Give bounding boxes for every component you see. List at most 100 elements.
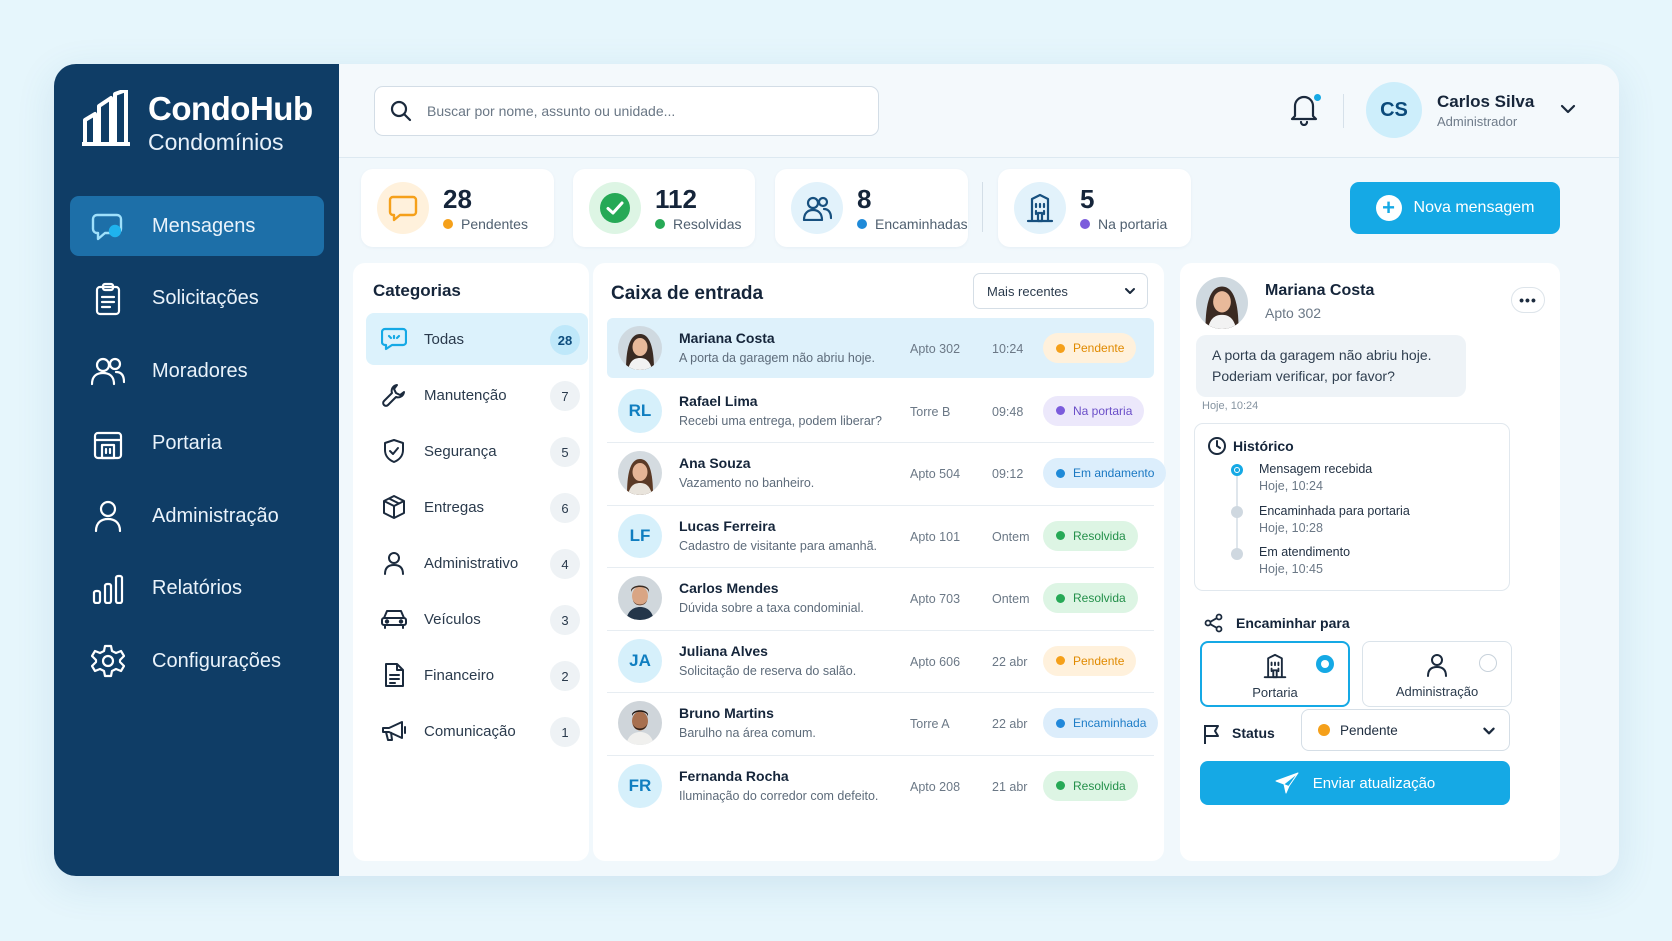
status-badge-label: Resolvida [1073, 528, 1126, 543]
status-dot [655, 218, 665, 229]
timeline-dot [1231, 548, 1243, 560]
sidebar-item-label: Configurações [152, 649, 281, 672]
plus-icon: + [1375, 195, 1402, 221]
status-dot [1056, 468, 1065, 478]
status-dot [1318, 724, 1330, 736]
status-select-value: Pendente [1340, 722, 1398, 738]
history-time: Hoje, 10:24 [1259, 479, 1323, 493]
avatar [618, 576, 662, 620]
history-event: Em atendimento [1259, 545, 1351, 559]
sidebar-nav: Mensagens Solicitações Moradores Portari… [70, 196, 324, 704]
user-icon [380, 549, 408, 577]
category-manutencao[interactable]: Manutenção 7 [366, 369, 588, 421]
more-options-button[interactable]: ••• [1511, 287, 1545, 313]
status-badge-label: Resolvida [1073, 591, 1126, 605]
count-badge: 7 [550, 381, 580, 411]
search-box[interactable] [374, 86, 879, 136]
stat-value: 112 [655, 183, 697, 214]
chat-icon [377, 182, 429, 234]
app-window: CondoHub Condomínios Mensagens Solicitaç… [54, 64, 1619, 876]
sidebar-item-label: Moradores [152, 359, 248, 382]
sort-dropdown[interactable]: Mais recentes [973, 273, 1148, 309]
sidebar-item-configuracoes[interactable]: Configurações [70, 631, 324, 691]
stat-encaminhadas[interactable]: 8 Encaminhadas [775, 169, 968, 247]
sidebar-item-solicitacoes[interactable]: Solicitações [70, 269, 324, 329]
chevron-down-icon [1125, 288, 1135, 294]
notification-dot [1312, 92, 1323, 103]
message-row[interactable]: Ana Souza Vazamento no banheiro. Apto 50… [607, 443, 1167, 506]
message-row[interactable]: Mariana Costa A porta da garagem não abr… [607, 318, 1154, 378]
category-veiculos[interactable]: Veículos 3 [366, 593, 588, 645]
timestamp: 09:12 [992, 467, 1024, 481]
status-select[interactable]: Pendente [1301, 709, 1510, 751]
stat-na-portaria[interactable]: 5 Na portaria [998, 169, 1191, 247]
history-event: Encaminhada para portaria [1259, 504, 1410, 518]
status-badge-label: Encaminhada [1073, 716, 1147, 730]
sidebar-item-relatorios[interactable]: Relatórios [70, 559, 324, 619]
chevron-down-icon[interactable] [1557, 98, 1579, 120]
send-update-button[interactable]: Enviar atualização [1200, 761, 1510, 805]
sidebar-item-moradores[interactable]: Moradores [70, 341, 324, 401]
sidebar-item-mensagens[interactable]: Mensagens [70, 196, 324, 256]
flag-icon [1204, 725, 1219, 744]
shield-icon [380, 437, 408, 465]
new-message-label: Nova mensagem [1413, 199, 1535, 216]
sidebar-item-label: Relatórios [152, 577, 243, 599]
message-row[interactable]: FR Fernanda Rocha Iluminação do corredor… [607, 756, 1154, 819]
radio-unselected[interactable] [1479, 654, 1497, 672]
stat-resolvidas[interactable]: 112 Resolvidas [573, 169, 755, 247]
category-seguranca[interactable]: Segurança 5 [366, 425, 588, 477]
clipboard-icon [90, 281, 126, 317]
sidebar-item-administracao[interactable]: Administração [70, 486, 324, 546]
notification-button[interactable] [1289, 92, 1323, 128]
avatar [1196, 277, 1248, 329]
forward-option-administracao[interactable]: Administração [1362, 641, 1512, 707]
message-row[interactable]: LF Lucas Ferreira Cadastro de visitante … [607, 506, 1154, 568]
status-badge: Resolvida [1043, 520, 1138, 551]
stat-label-row: Pendentes [443, 216, 528, 232]
category-todas[interactable]: Todas 28 [366, 313, 588, 365]
clock-icon [1208, 437, 1226, 455]
stat-pendentes[interactable]: 28 Pendentes [361, 169, 554, 247]
category-label: Financeiro [424, 666, 495, 684]
message-row[interactable]: Carlos Mendes Dúvida sobre a taxa condom… [607, 568, 1154, 631]
sidebar-item-portaria[interactable]: Portaria [70, 414, 324, 474]
search-input[interactable] [427, 103, 847, 119]
message-row[interactable]: Bruno Martins Barulho na área comum. Tor… [607, 693, 1159, 756]
detail-sender-name: Mariana Costa [1265, 282, 1375, 299]
bar-chart-icon [90, 571, 126, 607]
category-comunicacao[interactable]: Comunicação 1 [366, 705, 588, 757]
message-row[interactable]: RL Rafael Lima Recebi uma entrega, podem… [607, 381, 1154, 443]
count-badge: 3 [550, 605, 580, 635]
timestamp: Ontem [992, 592, 1030, 606]
avatar[interactable]: CS [1366, 82, 1422, 138]
history-time: Hoje, 10:45 [1259, 562, 1323, 576]
message-detail-panel: Mariana Costa Apto 302 ••• A porta da ga… [1180, 263, 1560, 861]
forward-option-portaria[interactable]: Portaria [1200, 641, 1350, 707]
building-icon [90, 426, 126, 462]
radio-selected[interactable] [1316, 655, 1334, 673]
category-label: Entregas [424, 498, 485, 516]
category-label: Segurança [424, 442, 497, 460]
sender-name: Rafael Lima [679, 392, 758, 409]
chat-icon [380, 325, 408, 353]
status-badge: Em andamento [1043, 458, 1167, 488]
status-dot [1080, 218, 1090, 229]
category-label: Comunicação [424, 722, 516, 740]
category-administrativo[interactable]: Administrativo 4 [366, 537, 588, 589]
topbar: CS Carlos Silva Administrador [339, 64, 1619, 158]
new-message-button[interactable]: + Nova mensagem [1350, 182, 1560, 234]
category-financeiro[interactable]: Financeiro 2 [366, 649, 588, 701]
timestamp: 22 abr [992, 654, 1028, 669]
divider [1343, 94, 1344, 128]
timestamp: 22 abr [992, 717, 1028, 731]
status-badge: Resolvida [1043, 583, 1138, 613]
history-card: Histórico Mensagem recebida Hoje, 10:24 … [1194, 423, 1510, 591]
message-preview: Solicitação de reserva do salão. [679, 663, 857, 678]
message-bubble: A porta da garagem não abriu hoje. Poder… [1196, 335, 1466, 397]
message-row[interactable]: JA Juliana Alves Solicitação de reserva … [607, 631, 1154, 693]
sender-name: Ana Souza [679, 455, 751, 471]
category-entregas[interactable]: Entregas 6 [366, 481, 588, 533]
status-dot [443, 218, 453, 229]
status-label: Status [1232, 725, 1275, 741]
